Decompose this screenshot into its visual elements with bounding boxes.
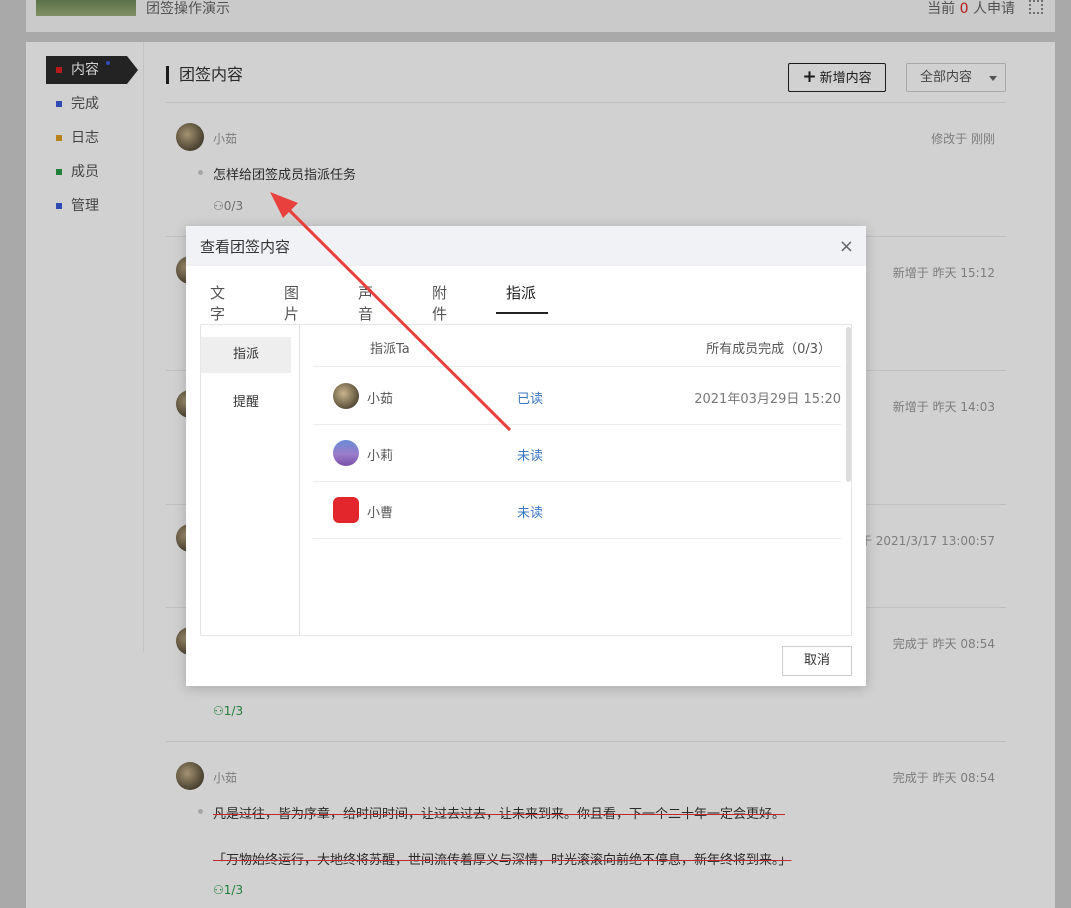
read-time: 2021年03月29日 15:20 — [694, 392, 841, 407]
completion-summary: 所有成员完成（0/3） — [706, 342, 831, 357]
tab-assign[interactable]: 指派 — [496, 282, 548, 314]
assign-list-header: 指派Ta 所有成员完成（0/3） — [313, 333, 841, 367]
member-row: 小曹 未读 — [313, 482, 841, 539]
member-row: 小莉 未读 — [313, 425, 841, 482]
dialog-title: 查看团签内容 — [200, 238, 291, 256]
member-name: 小莉 — [367, 449, 394, 464]
assign-col-label: 指派Ta — [370, 342, 410, 357]
read-status[interactable]: 未读 — [517, 445, 543, 464]
tab-attachments[interactable]: 附件 — [422, 282, 457, 323]
tab-text[interactable]: 文字 — [200, 282, 235, 323]
read-status[interactable]: 未读 — [517, 502, 543, 521]
tab-images[interactable]: 图片 — [274, 282, 309, 323]
avatar — [333, 497, 359, 523]
tab-audio[interactable]: 声音 — [348, 282, 383, 323]
avatar — [333, 383, 359, 409]
side-item-remind[interactable]: 提醒 — [201, 385, 291, 421]
side-item-assign[interactable]: 指派 — [201, 337, 291, 373]
close-icon[interactable]: × — [839, 226, 854, 268]
assign-panel: 指派 提醒 指派Ta 所有成员完成（0/3） 小茹 已读 2021年03月29日… — [200, 324, 852, 636]
avatar — [333, 440, 359, 466]
scrollbar[interactable] — [846, 327, 851, 482]
member-name: 小茹 — [367, 392, 394, 407]
member-row: 小茹 已读 2021年03月29日 15:20 — [313, 368, 841, 425]
view-content-dialog: 查看团签内容 × 文字 图片 声音 附件 指派 指派 提醒 指派Ta 所有成员完… — [186, 226, 866, 686]
cancel-button[interactable]: 取消 — [782, 646, 852, 676]
read-status[interactable]: 已读 — [517, 388, 543, 407]
assign-side-menu: 指派 提醒 — [201, 325, 300, 635]
member-name: 小曹 — [367, 506, 394, 521]
dialog-header: 查看团签内容 × — [186, 226, 866, 266]
